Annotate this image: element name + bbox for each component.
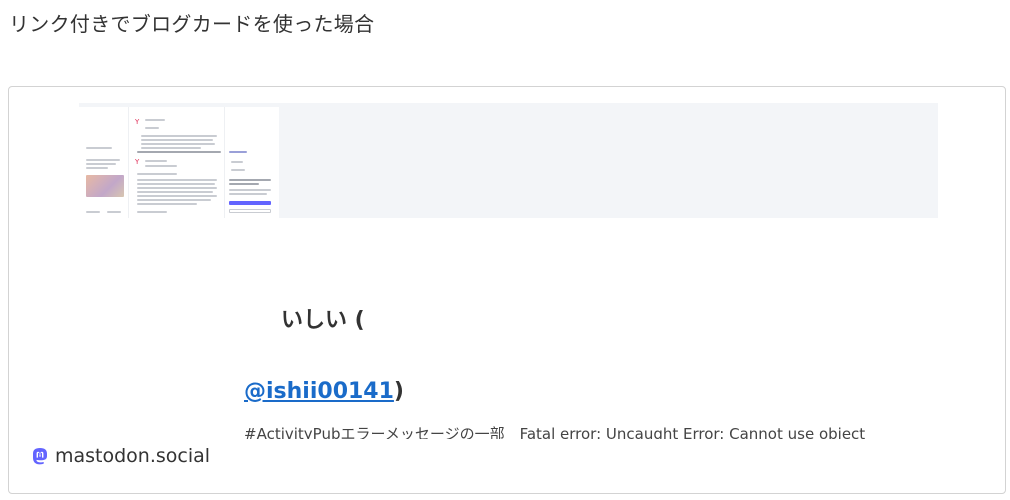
card-description: #ActivityPubエラーメッセージの一部 Fatal error: Unc… — [244, 425, 866, 439]
card-handle-row: @ishii00141) — [244, 379, 404, 404]
section-heading: リンク付きでブログカードを使った場合 — [9, 12, 375, 36]
handle-closing-paren: ) — [393, 379, 404, 404]
site-name: mastodon.social — [55, 445, 211, 467]
account-handle-link[interactable]: @ishii00141 — [244, 379, 394, 404]
mastodon-icon — [33, 447, 47, 464]
card-thumbnail: Y Y — [79, 103, 938, 218]
card-site[interactable]: mastodon.social — [31, 445, 210, 467]
blog-card[interactable]: Y Y いしい (@ishii00141) #ActivityPubエラーメッ… — [8, 86, 1006, 494]
thumbnail-screenshot-image: Y Y — [79, 107, 279, 218]
card-title: いしい ( — [281, 308, 365, 333]
